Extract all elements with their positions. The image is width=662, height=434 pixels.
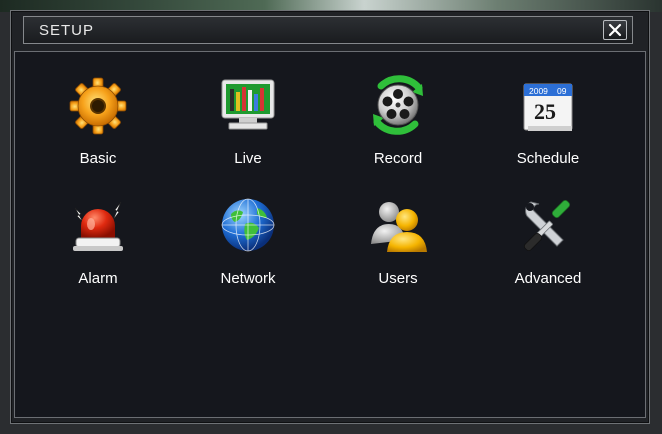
menu-item-label: Record xyxy=(373,150,423,167)
menu-item-basic[interactable]: Basic xyxy=(23,74,173,180)
menu-item-label: Live xyxy=(234,150,262,167)
menu-item-users[interactable]: Users xyxy=(323,194,473,300)
film-reel-icon xyxy=(373,75,423,135)
menu-item-alarm[interactable]: Alarm xyxy=(23,194,173,300)
menu-item-label: Alarm xyxy=(78,270,118,287)
menu-item-schedule[interactable]: 2009 09 25 Schedule xyxy=(473,74,623,180)
menu-item-live[interactable]: Live xyxy=(173,74,323,180)
setup-dialog: SETUP Basic Live Record 2009 09 25 Sched… xyxy=(10,10,650,424)
setup-menu-panel: Basic Live Record 2009 09 25 Schedule Al… xyxy=(14,51,646,418)
setup-menu-grid: Basic Live Record 2009 09 25 Schedule Al… xyxy=(23,74,639,300)
menu-item-label: Users xyxy=(378,270,418,287)
title-bar: SETUP xyxy=(23,16,633,44)
calendar-year: 2009 xyxy=(529,86,548,96)
globe-icon xyxy=(221,198,275,252)
close-button[interactable] xyxy=(603,20,627,40)
window-title: SETUP xyxy=(39,22,95,39)
menu-item-label: Schedule xyxy=(516,150,580,167)
close-icon xyxy=(608,23,622,37)
menu-item-network[interactable]: Network xyxy=(173,194,323,300)
monitor-icon xyxy=(221,79,275,130)
calendar-icon: 2009 09 25 xyxy=(523,83,573,131)
menu-item-record[interactable]: Record xyxy=(323,74,473,180)
menu-item-label: Network xyxy=(220,270,276,287)
calendar-month: 09 xyxy=(557,86,567,96)
tools-icon xyxy=(523,199,571,252)
calendar-day: 25 xyxy=(534,99,556,124)
menu-item-advanced[interactable]: Advanced xyxy=(473,194,623,300)
menu-item-label: Basic xyxy=(79,150,117,167)
users-icon xyxy=(371,202,427,252)
gear-icon xyxy=(69,77,127,135)
alarm-siren-icon xyxy=(73,201,123,251)
menu-item-label: Advanced xyxy=(514,270,582,287)
